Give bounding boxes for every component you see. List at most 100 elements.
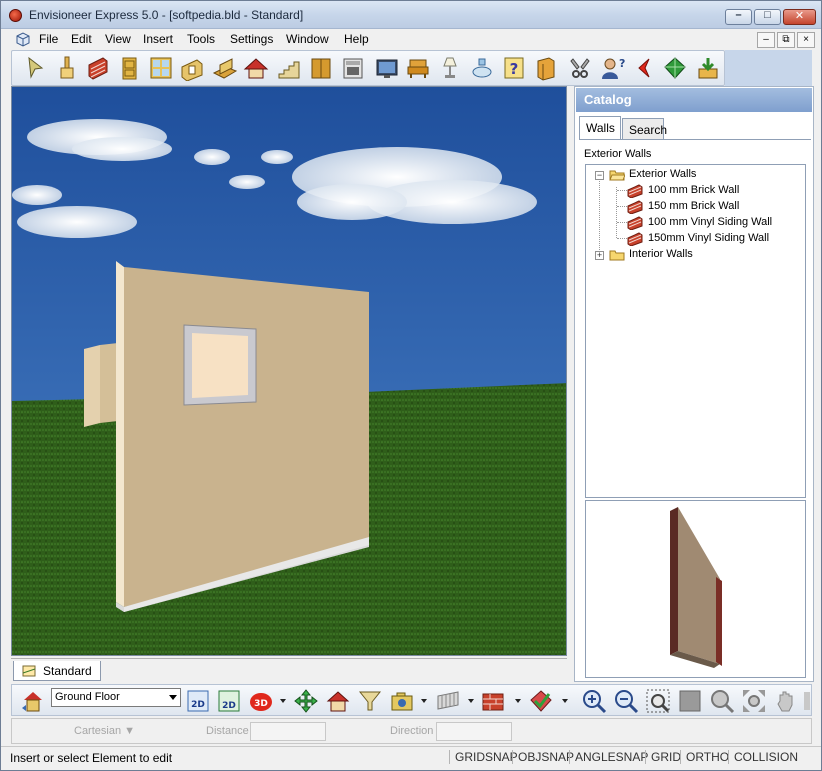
pan-hand-icon[interactable] <box>773 688 799 714</box>
tab-search[interactable]: Search <box>622 118 667 140</box>
tools-icon[interactable] <box>567 55 593 81</box>
electronics-icon[interactable] <box>374 55 400 81</box>
move-icon[interactable] <box>293 688 319 714</box>
dropdown-arrow-icon[interactable] <box>421 699 427 703</box>
brick-wall-icon <box>627 184 643 198</box>
chevron-down-icon <box>169 695 177 700</box>
floor-icon[interactable] <box>212 55 238 81</box>
download-icon[interactable] <box>695 55 721 81</box>
status-collision[interactable]: COLLISION <box>728 750 798 764</box>
menu-tools[interactable]: Tools <box>187 32 215 46</box>
dropdown-arrow-icon[interactable] <box>280 699 286 703</box>
coord-mode-dropdown[interactable]: Cartesian ▼ <box>74 725 135 737</box>
folder-open-icon <box>609 170 625 181</box>
green-gem-icon[interactable] <box>662 55 688 81</box>
brick-wall-icon[interactable] <box>85 55 111 81</box>
close-button[interactable]: ✕ <box>783 9 816 25</box>
wall-brick-icon[interactable] <box>480 688 506 714</box>
tab-walls[interactable]: Walls <box>579 116 621 140</box>
tree-item[interactable]: 100 mm Vinyl Siding Wall <box>586 215 805 231</box>
menu-insert[interactable]: Insert <box>143 32 173 46</box>
floor-select[interactable]: Ground Floor <box>51 688 181 707</box>
menu-bar: File Edit View Insert Tools Settings Win… <box>1 29 821 49</box>
mdi-minimize-button[interactable]: – <box>757 32 775 48</box>
orbit-icon[interactable] <box>802 688 812 714</box>
zoom-out-icon[interactable] <box>613 688 639 714</box>
door-icon[interactable] <box>116 55 142 81</box>
red-arrow-icon[interactable] <box>631 55 657 81</box>
paint-brush-icon[interactable] <box>54 55 80 81</box>
tree-item[interactable]: 150 mm Brick Wall <box>586 199 805 215</box>
zoom-box-icon[interactable] <box>677 688 703 714</box>
menu-file[interactable]: File <box>39 32 58 46</box>
menu-view[interactable]: View <box>105 32 131 46</box>
help-icon[interactable]: ? <box>501 55 527 81</box>
tree-group-interior-walls[interactable]: + Interior Walls <box>586 247 805 263</box>
tab-standard[interactable]: Standard <box>13 661 101 681</box>
direction-input[interactable] <box>436 722 512 741</box>
zoom-region-icon[interactable] <box>709 688 735 714</box>
menu-help[interactable]: Help <box>344 32 369 46</box>
plumbing-icon[interactable] <box>469 55 495 81</box>
distance-label: Distance <box>206 725 249 737</box>
3d-view-icon[interactable]: 3D <box>248 688 274 714</box>
furniture-icon[interactable] <box>405 55 431 81</box>
dropdown-arrow-icon[interactable] <box>515 699 521 703</box>
zoom-extents-icon[interactable] <box>741 688 767 714</box>
menu-edit[interactable]: Edit <box>71 32 92 46</box>
distance-input[interactable] <box>250 722 326 741</box>
3d-viewport[interactable] <box>11 86 567 656</box>
status-ortho[interactable]: ORTHO <box>680 750 729 764</box>
window-icon[interactable] <box>148 55 174 81</box>
brick-wall-icon <box>627 216 643 230</box>
app-window: Envisioneer Express 5.0 - [softpedia.bld… <box>0 0 822 771</box>
mdi-restore-button[interactable]: ⧉ <box>777 32 795 48</box>
lamp-icon[interactable] <box>437 55 463 81</box>
catalog-header: Catalog <box>576 88 812 112</box>
dropdown-arrow-icon[interactable] <box>562 699 568 703</box>
stairs-icon[interactable] <box>276 55 302 81</box>
roof-icon[interactable] <box>243 55 269 81</box>
tree-item[interactable]: 150mm Vinyl Siding Wall <box>586 231 805 247</box>
catalog-panel: Catalog Walls Search Exterior Walls − Ex… <box>574 86 814 682</box>
select-arrow-icon[interactable] <box>22 55 48 81</box>
check-icon[interactable] <box>528 688 554 714</box>
2d-plan-icon[interactable]: 2D <box>216 688 242 714</box>
document-cube-icon[interactable] <box>15 31 31 47</box>
appliance-icon[interactable] <box>340 55 366 81</box>
mdi-close-button[interactable]: × <box>797 32 815 48</box>
catalog-book-icon[interactable] <box>533 55 559 81</box>
catalog-tree: − Exterior Walls 100 mm Brick Wall 150 m… <box>585 164 806 498</box>
user-help-icon[interactable]: ? <box>599 55 625 81</box>
menu-settings[interactable]: Settings <box>230 32 273 46</box>
2d-view-icon[interactable]: 2D <box>185 688 211 714</box>
window-title: Envisioneer Express 5.0 - [softpedia.bld… <box>29 8 304 22</box>
status-gridsnap[interactable]: GRIDSNAP <box>449 750 518 764</box>
catalog-section-label: Exterior Walls <box>584 148 652 160</box>
tree-item[interactable]: 100 mm Brick Wall <box>586 183 805 199</box>
camera-icon[interactable] <box>389 688 415 714</box>
status-objsnap[interactable]: OBJSNAP <box>512 750 574 764</box>
expand-icon[interactable]: + <box>595 251 604 260</box>
fence-icon[interactable] <box>435 688 461 714</box>
collapse-icon[interactable]: − <box>595 171 604 180</box>
dropdown-arrow-icon[interactable] <box>468 699 474 703</box>
folder-icon <box>609 250 625 261</box>
3d-scene <box>12 87 566 655</box>
funnel-icon[interactable] <box>357 688 383 714</box>
tree-group-exterior-walls[interactable]: − Exterior Walls <box>586 167 805 183</box>
menu-window[interactable]: Window <box>286 32 329 46</box>
maximize-button[interactable]: □ <box>754 9 781 25</box>
zoom-in-icon[interactable] <box>581 688 607 714</box>
house-icon[interactable] <box>325 688 351 714</box>
opening-icon[interactable] <box>179 55 205 81</box>
status-anglesnap[interactable]: ANGLESNAP <box>569 750 648 764</box>
floor-manager-icon[interactable] <box>20 688 46 714</box>
status-grid[interactable]: GRID <box>645 750 681 764</box>
zoom-fit-icon[interactable] <box>645 688 671 714</box>
svg-text:2D: 2D <box>222 701 236 711</box>
title-bar: Envisioneer Express 5.0 - [softpedia.bld… <box>1 1 821 29</box>
minimize-button[interactable]: – <box>725 9 752 25</box>
wall-preview-image <box>670 507 722 668</box>
cabinet-icon[interactable] <box>308 55 334 81</box>
